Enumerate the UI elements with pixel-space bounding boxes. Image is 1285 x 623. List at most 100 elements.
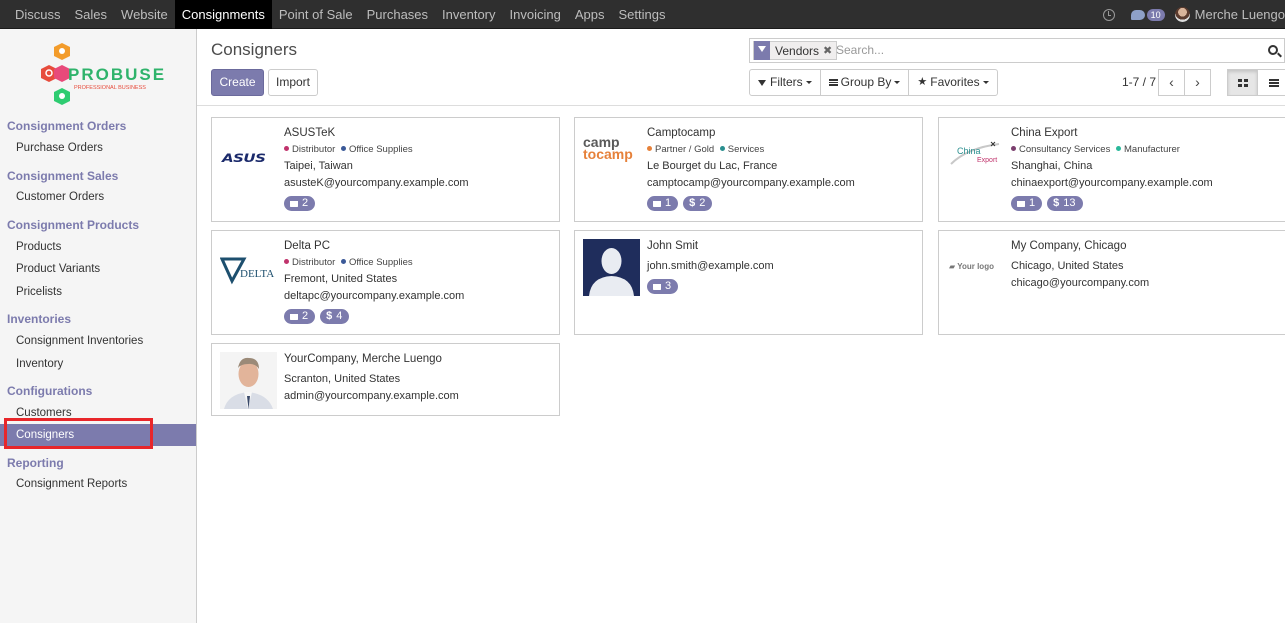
menu-consignments[interactable]: Consignments — [174, 0, 272, 29]
search-facet: Vendors ✖ — [753, 41, 838, 60]
menu-point-of-sale[interactable]: Point of Sale — [272, 0, 360, 29]
list-view-button[interactable] — [1257, 69, 1285, 96]
group-by-label: Group By — [840, 75, 892, 89]
partner-logo: China Export — [947, 126, 1004, 183]
chat-icon[interactable] — [1130, 9, 1145, 20]
sidebar-item-product-variants[interactable]: Product Variants — [0, 258, 196, 280]
svg-text:PROFESSIONAL BUSINESS: PROFESSIONAL BUSINESS — [74, 85, 146, 91]
pager-previous-button[interactable]: ‹ — [1158, 69, 1185, 96]
tag-label: Distributor — [292, 257, 336, 268]
menu-website[interactable]: Website — [114, 0, 175, 29]
sidebar-item-consignment-reports[interactable]: Consignment Reports — [0, 473, 196, 495]
invoice-amount-badge[interactable]: $4 — [320, 309, 350, 324]
tag-label: Consultancy Services — [1019, 144, 1111, 155]
user-avatar[interactable] — [1174, 7, 1190, 22]
person-photo — [220, 352, 277, 409]
partner-address: Taipei, Taiwan — [284, 160, 353, 172]
partner-photo — [583, 239, 640, 296]
purchase-count-badge[interactable]: 2 — [284, 196, 316, 211]
tag-label: Office Supplies — [348, 144, 413, 155]
caret-down-icon — [805, 81, 812, 84]
favorites-button[interactable]: ★ Favorites — [908, 69, 998, 96]
partner-address: Scranton, United States — [284, 373, 401, 385]
partner-address: Shanghai, China — [1011, 160, 1093, 172]
search-icon[interactable] — [1268, 45, 1278, 55]
badge-value: 3 — [665, 280, 672, 292]
partner-name: ASUSTeK — [284, 127, 336, 139]
menu-invoicing[interactable]: Invoicing — [503, 0, 568, 29]
user-menu[interactable]: Merche Luengo — [1195, 7, 1285, 22]
kanban-card-my-company-chicago[interactable]: ▰ Your logo My Company, Chicago Chicago,… — [938, 230, 1285, 335]
asus-logo: ASUS — [222, 151, 266, 165]
cart-icon — [290, 313, 298, 320]
pager-value[interactable]: 1-7 / 7 — [1122, 75, 1156, 89]
svg-text:China: China — [957, 146, 981, 156]
facet-remove-icon[interactable]: ✖ — [823, 44, 836, 57]
section-inventories: Inventories — [7, 312, 72, 326]
menu-purchases[interactable]: Purchases — [360, 0, 435, 29]
sidebar-item-purchase-orders[interactable]: Purchase Orders — [0, 137, 196, 159]
menu-apps[interactable]: Apps — [568, 0, 612, 29]
badge-value: 2 — [302, 197, 309, 209]
purchase-count-badge[interactable]: 2 — [284, 309, 316, 324]
tag-label: Office Supplies — [348, 257, 413, 268]
sidebar-item-consignment-inventories[interactable]: Consignment Inventories — [0, 330, 196, 352]
import-button[interactable]: Import — [268, 69, 318, 96]
sidebar-item-customers[interactable]: Customers — [0, 402, 196, 424]
sidebar-item-inventory[interactable]: Inventory — [0, 353, 196, 375]
menu-inventory[interactable]: Inventory — [435, 0, 502, 29]
partner-name: Camptocamp — [647, 127, 716, 139]
group-by-button[interactable]: Group By — [819, 69, 910, 96]
kanban-card-john-smit[interactable]: John Smit john.smith@example.com 3 — [574, 230, 923, 335]
partner-tags: Partner / Gold Services — [647, 142, 918, 158]
dollar-icon: $ — [1053, 197, 1060, 209]
badge-value: 13 — [1063, 197, 1076, 209]
purchase-count-badge[interactable]: 1 — [1011, 196, 1043, 211]
page-title: Consigners — [211, 40, 297, 59]
partner-photo — [220, 352, 277, 409]
purchase-count-badge[interactable]: 1 — [647, 196, 679, 211]
search-options: Filters Group By ★ Favorites — [749, 69, 998, 96]
create-button[interactable]: Create — [211, 69, 264, 96]
menu-sales[interactable]: Sales — [68, 0, 115, 29]
partner-tags: Distributor Office Supplies — [284, 142, 555, 158]
tag-dot-icon — [340, 259, 346, 264]
search-bar[interactable]: Vendors ✖ Search... — [749, 38, 1285, 63]
list-icon — [1269, 79, 1279, 87]
kanban-card-delta-pc[interactable]: DELTA Delta PC Distributor Office Suppli… — [211, 230, 560, 335]
pager-next-button[interactable]: › — [1184, 69, 1211, 96]
search-input[interactable]: Search... — [836, 43, 884, 57]
star-icon: ★ — [917, 76, 928, 88]
delta-pc-logo: DELTA — [220, 257, 274, 285]
section-configurations: Configurations — [7, 384, 93, 398]
badge-value: 2 — [302, 310, 309, 322]
sidebar-item-products[interactable]: Products — [0, 236, 196, 258]
kanban-card-camptocamp[interactable]: camp tocamp Camptocamp Partner / Gold Ser… — [574, 117, 923, 222]
tag-dot-icon — [1011, 146, 1016, 151]
invoice-amount-badge[interactable]: $13 — [1047, 196, 1083, 211]
camptocamp-logo: camp tocamp — [583, 134, 633, 162]
sidebar-item-consigners[interactable]: Consigners — [0, 424, 196, 446]
partner-name: China Export — [1011, 127, 1078, 139]
kanban-card-asustek[interactable]: ASUS ASUSTeK Distributor Office Supplies… — [211, 117, 560, 222]
sidebar: PROBUSE PROFESSIONAL BUSINESS Consignmen… — [0, 29, 197, 623]
partner-name: YourCompany, Merche Luengo — [284, 353, 442, 365]
sidebar-item-customer-orders[interactable]: Customer Orders — [0, 186, 196, 208]
filters-button[interactable]: Filters — [749, 69, 821, 96]
kanban-view-button[interactable] — [1227, 69, 1258, 96]
cart-icon — [653, 200, 661, 207]
systray: 10 Merche Luengo — [1102, 0, 1285, 29]
sidebar-item-pricelists[interactable]: Pricelists — [0, 281, 196, 303]
tag-dot-icon — [647, 146, 652, 151]
section-reporting: Reporting — [7, 456, 64, 470]
purchase-count-badge[interactable]: 3 — [647, 279, 679, 294]
menu-settings[interactable]: Settings — [611, 0, 672, 29]
tag-label: Services — [727, 144, 765, 155]
cart-icon — [1017, 200, 1025, 207]
invoice-amount-badge[interactable]: $2 — [683, 196, 713, 211]
svg-text:Export: Export — [977, 157, 997, 164]
activity-clock-icon[interactable] — [1102, 8, 1115, 21]
kanban-card-china-export[interactable]: China Export China Export Consultancy Se… — [938, 117, 1285, 222]
menu-discuss[interactable]: Discuss — [8, 0, 68, 29]
kanban-card-yourcompany-merche-luengo[interactable]: YourCompany, Merche Luengo Scranton, Uni… — [211, 343, 560, 416]
